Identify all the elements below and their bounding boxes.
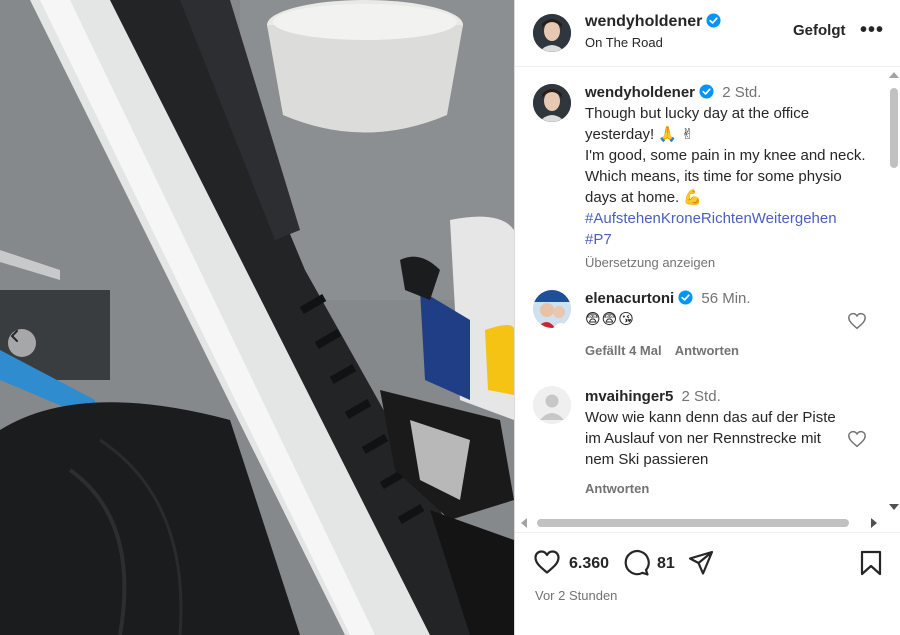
comments-count[interactable]: 81 <box>657 555 675 573</box>
post-header: wendyholdener On The Road Gefolgt ••• <box>515 0 900 67</box>
header-username[interactable]: wendyholdener <box>585 13 721 31</box>
reply-button[interactable]: Antworten <box>585 481 649 496</box>
header-location[interactable]: On The Road <box>585 35 663 50</box>
more-options-button[interactable]: ••• <box>860 19 884 42</box>
verified-badge-icon <box>678 290 693 305</box>
post-footer: 6.360 81 Vor 2 Stunden <box>515 532 900 635</box>
scroll-down-arrow-icon[interactable] <box>889 504 899 510</box>
avatar[interactable] <box>533 386 571 424</box>
like-comment-heart-icon[interactable] <box>847 312 867 330</box>
like-comment-heart-icon[interactable] <box>847 430 867 448</box>
verified-badge-icon <box>706 13 721 28</box>
comment-bubble-icon[interactable] <box>622 549 650 577</box>
comment-body: mvaihinger5 2 Std. Wow wie kann denn das… <box>585 386 847 470</box>
scroll-right-arrow-icon[interactable] <box>871 518 877 528</box>
reply-button[interactable]: Antworten <box>675 343 739 358</box>
comment-text: 😨😨😘 <box>585 311 635 328</box>
comment-actions: Antworten <box>585 481 659 496</box>
comment-time: 56 Min. <box>701 290 751 307</box>
ski-photo-illustration <box>0 0 514 635</box>
carousel-previous-button[interactable] <box>8 329 36 357</box>
header-username-text[interactable]: wendyholdener <box>585 13 702 30</box>
default-avatar-icon <box>533 386 571 424</box>
comments-list[interactable]: wendyholdener 2 Std. Though but lucky da… <box>515 68 887 517</box>
comment-body: elenacurtoni 56 Min. 😨😨😘 <box>585 288 875 330</box>
comment-time: 2 Std. <box>681 388 721 405</box>
scrollbar-thumb[interactable] <box>890 88 898 168</box>
post-side-panel: wendyholdener On The Road Gefolgt ••• we… <box>514 0 900 635</box>
comment-text: Wow wie kann denn das auf der Piste im A… <box>585 409 836 468</box>
caption-text-line2: I'm good, some pain in my knee and neck.… <box>585 147 866 206</box>
post-photo <box>0 0 514 635</box>
post-timestamp: Vor 2 Stunden <box>535 588 618 603</box>
like-heart-icon[interactable] <box>533 549 561 575</box>
comment-likes-count[interactable]: Gefällt 4 Mal <box>585 343 662 358</box>
horizontal-scrollbar[interactable] <box>515 514 887 530</box>
chevron-left-icon <box>11 330 18 342</box>
caption-username[interactable]: wendyholdener <box>585 84 695 101</box>
scroll-up-arrow-icon[interactable] <box>889 72 899 78</box>
hashtag-link[interactable]: #AufstehenKroneRichtenWeitergehen <box>585 208 875 229</box>
caption-text-line1: Though but lucky day at the office yeste… <box>585 105 810 143</box>
likes-count[interactable]: 6.360 <box>569 555 609 573</box>
vertical-scrollbar[interactable] <box>887 68 900 517</box>
profile-photo-icon <box>533 14 571 52</box>
bookmark-save-icon[interactable] <box>859 549 883 577</box>
see-translation-button[interactable]: Übersetzung anzeigen <box>585 252 875 273</box>
caption-body: wendyholdener 2 Std. Though but lucky da… <box>585 82 875 273</box>
avatar[interactable] <box>533 290 571 328</box>
comment-actions: Gefällt 4 Mal Antworten <box>585 343 749 358</box>
share-paper-plane-icon[interactable] <box>687 549 715 577</box>
profile-photo-icon <box>533 84 571 122</box>
hashtag-link[interactable]: #P7 <box>585 229 875 250</box>
verified-badge-icon <box>699 84 714 99</box>
following-button[interactable]: Gefolgt <box>793 22 846 39</box>
scrollbar-thumb[interactable] <box>537 519 849 527</box>
avatar[interactable] <box>533 84 571 122</box>
avatar[interactable] <box>533 14 571 52</box>
scroll-left-arrow-icon[interactable] <box>521 518 527 528</box>
caption-time: 2 Std. <box>722 84 762 101</box>
comment-username[interactable]: elenacurtoni <box>585 290 674 307</box>
profile-photo-icon <box>533 290 571 328</box>
comment-username[interactable]: mvaihinger5 <box>585 388 673 405</box>
